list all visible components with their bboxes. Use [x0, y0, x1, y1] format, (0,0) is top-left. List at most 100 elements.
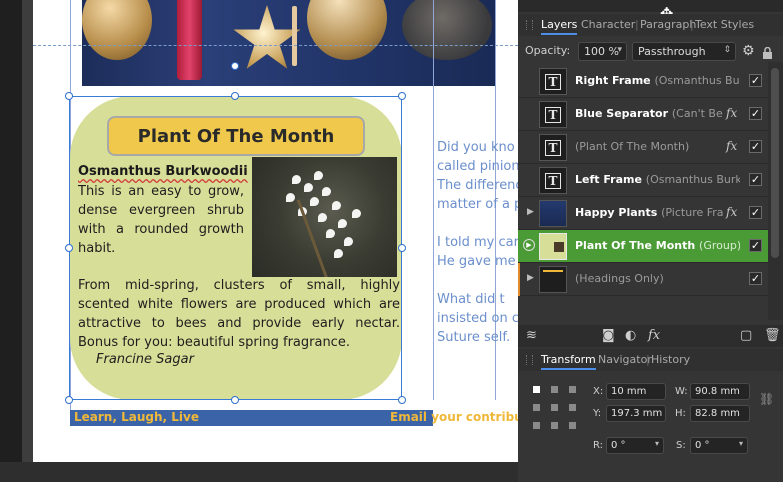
- layer-visibility-checkbox[interactable]: ✓: [749, 206, 762, 219]
- x-field[interactable]: 10 mm: [606, 383, 666, 400]
- fx-icon[interactable]: fx: [648, 328, 660, 343]
- layer-visibility-checkbox[interactable]: ✓: [749, 239, 762, 252]
- thumbnail-heading-line: [543, 269, 563, 272]
- tab-separator: |: [635, 18, 639, 31]
- rotation-field[interactable]: 0 ° ▾: [606, 437, 664, 454]
- ribbon: [177, 0, 202, 80]
- anchor-point[interactable]: [551, 386, 558, 393]
- page-shadow: [22, 0, 33, 470]
- footer-left-text[interactable]: Learn, Laugh, Live: [74, 410, 199, 424]
- gear-icon[interactable]: ⚙: [742, 43, 755, 59]
- layer-row-headings-only[interactable]: ▶ (Headings Only) ✓: [518, 263, 768, 296]
- shear-value: 0 °: [695, 440, 710, 451]
- tab-navigator[interactable]: Navigator: [598, 353, 652, 366]
- resize-handle-br[interactable]: [398, 396, 406, 404]
- right-column-line[interactable]: matter of a p: [437, 195, 518, 214]
- tab-layers[interactable]: Layers: [541, 18, 578, 35]
- footer-right-text[interactable]: Email your contribu: [390, 410, 518, 424]
- right-column-line[interactable]: insisted on c: [437, 309, 518, 328]
- layer-label: (Headings Only): [575, 272, 664, 285]
- tab-history[interactable]: History: [651, 353, 690, 366]
- opacity-select[interactable]: 100 % ▾: [578, 42, 627, 61]
- resize-handle-bl[interactable]: [65, 396, 73, 404]
- resize-handle-tc[interactable]: [231, 92, 239, 100]
- lock-icon[interactable]: [763, 44, 772, 59]
- right-column-line[interactable]: Suture self.: [437, 328, 510, 347]
- expand-triangle-icon[interactable]: ▶: [527, 273, 534, 283]
- anchor-point-selected[interactable]: [533, 386, 540, 393]
- selection-bounding-box: [69, 96, 402, 400]
- resize-handle-tr[interactable]: [398, 92, 406, 100]
- anchor-point[interactable]: [533, 422, 540, 429]
- layer-visibility-checkbox[interactable]: ✓: [749, 272, 762, 285]
- anchor-point-selector[interactable]: [533, 386, 577, 430]
- resize-handle-bc[interactable]: [231, 396, 239, 404]
- document-canvas[interactable]: Plant Of The Month Osmanthus Burkwoodii …: [0, 0, 518, 482]
- layer-row-plant-of-month-group[interactable]: ▶ Plant Of The Month (Group) ✓: [518, 230, 768, 263]
- right-column-line[interactable]: What did t: [437, 290, 505, 309]
- panel-grip-icon[interactable]: [526, 20, 533, 30]
- resize-handle-ml[interactable]: [65, 244, 73, 252]
- layer-visibility-checkbox[interactable]: ✓: [749, 74, 762, 87]
- layer-visibility-checkbox[interactable]: ✓: [749, 107, 762, 120]
- tab-character[interactable]: Character: [581, 18, 635, 31]
- guide-horizontal: [33, 45, 518, 46]
- panel-grip-icon[interactable]: [526, 355, 533, 365]
- heart-ornament: [82, 0, 152, 60]
- resize-handle-mr[interactable]: [398, 244, 406, 252]
- y-label: Y:: [593, 408, 602, 419]
- layer-visibility-checkbox[interactable]: ✓: [749, 173, 762, 186]
- layer-row-left-frame[interactable]: T Left Frame (Osmanthus Burkwoo ✓: [518, 164, 768, 197]
- tab-separator: |: [646, 353, 650, 366]
- right-column-line[interactable]: Did you kno: [437, 138, 515, 157]
- layer-row-plant-of-month-text[interactable]: T (Plant Of The Month) fx ✓: [518, 131, 768, 164]
- right-column-line[interactable]: I told my car: [437, 233, 518, 252]
- anchor-point[interactable]: [551, 422, 558, 429]
- anchor-point[interactable]: [569, 422, 576, 429]
- anchor-point[interactable]: [551, 404, 558, 411]
- add-layer-icon[interactable]: ▢: [740, 328, 752, 343]
- right-column-line[interactable]: called pinion: [437, 157, 518, 176]
- chevron-down-icon: ▾: [617, 45, 622, 55]
- fx-icon[interactable]: fx: [726, 205, 737, 219]
- w-label: W:: [675, 386, 688, 397]
- layers-scrollbar-thumb[interactable]: [771, 68, 779, 258]
- mask-icon[interactable]: ◙: [602, 328, 615, 343]
- layer-row-blue-separator[interactable]: T Blue Separator (Can't Beat A fx ✓: [518, 98, 768, 131]
- layer-visibility-checkbox[interactable]: ✓: [749, 140, 762, 153]
- tab-text-styles[interactable]: Text Styles: [695, 18, 754, 31]
- h-field[interactable]: 82.8 mm: [690, 405, 750, 422]
- trash-icon[interactable]: 🗑: [764, 328, 781, 343]
- blend-mode-select[interactable]: Passthrough ⇕: [632, 42, 736, 61]
- fx-icon[interactable]: fx: [726, 139, 737, 153]
- picture-frame-thumbnail: [539, 266, 567, 293]
- anchor-point[interactable]: [569, 404, 576, 411]
- pasteboard-bottom: [0, 462, 518, 482]
- shear-field[interactable]: 0 ° ▾: [690, 437, 748, 454]
- fx-icon[interactable]: fx: [726, 106, 737, 120]
- tab-paragraph[interactable]: Paragraph: [640, 18, 696, 31]
- anchor-point[interactable]: [533, 404, 540, 411]
- h-label: H:: [675, 408, 686, 419]
- rotation-handle[interactable]: [231, 62, 239, 70]
- layers-empty-area: [518, 296, 768, 325]
- rotation-value: 0 °: [611, 440, 626, 451]
- right-column-line[interactable]: He gave me a: [437, 252, 518, 271]
- right-column-line[interactable]: The differenc: [437, 176, 518, 195]
- link-icon[interactable]: ⛓: [759, 392, 774, 406]
- expand-triangle-icon[interactable]: ▶: [523, 239, 535, 251]
- text-frame-icon: T: [539, 68, 567, 95]
- layers-stack-icon[interactable]: ≋: [526, 328, 537, 343]
- x-label: X:: [593, 386, 604, 397]
- layer-row-right-frame[interactable]: T Right Frame (Osmanthus Burkwoo ✓: [518, 65, 768, 98]
- y-field[interactable]: 197.3 mm: [606, 405, 666, 422]
- adjustment-icon[interactable]: ◐: [625, 328, 636, 343]
- expand-triangle-icon[interactable]: ▶: [527, 207, 534, 217]
- resize-handle-tl[interactable]: [65, 92, 73, 100]
- tab-transform[interactable]: Transform: [541, 353, 596, 370]
- w-field[interactable]: 90.8 mm: [690, 383, 750, 400]
- layer-row-happy-plants[interactable]: ▶ Happy Plants (Picture Frame) fx ✓: [518, 197, 768, 230]
- group-thumbnail-image: [554, 241, 564, 252]
- anchor-point[interactable]: [569, 386, 576, 393]
- opacity-value: 100 %: [584, 45, 619, 58]
